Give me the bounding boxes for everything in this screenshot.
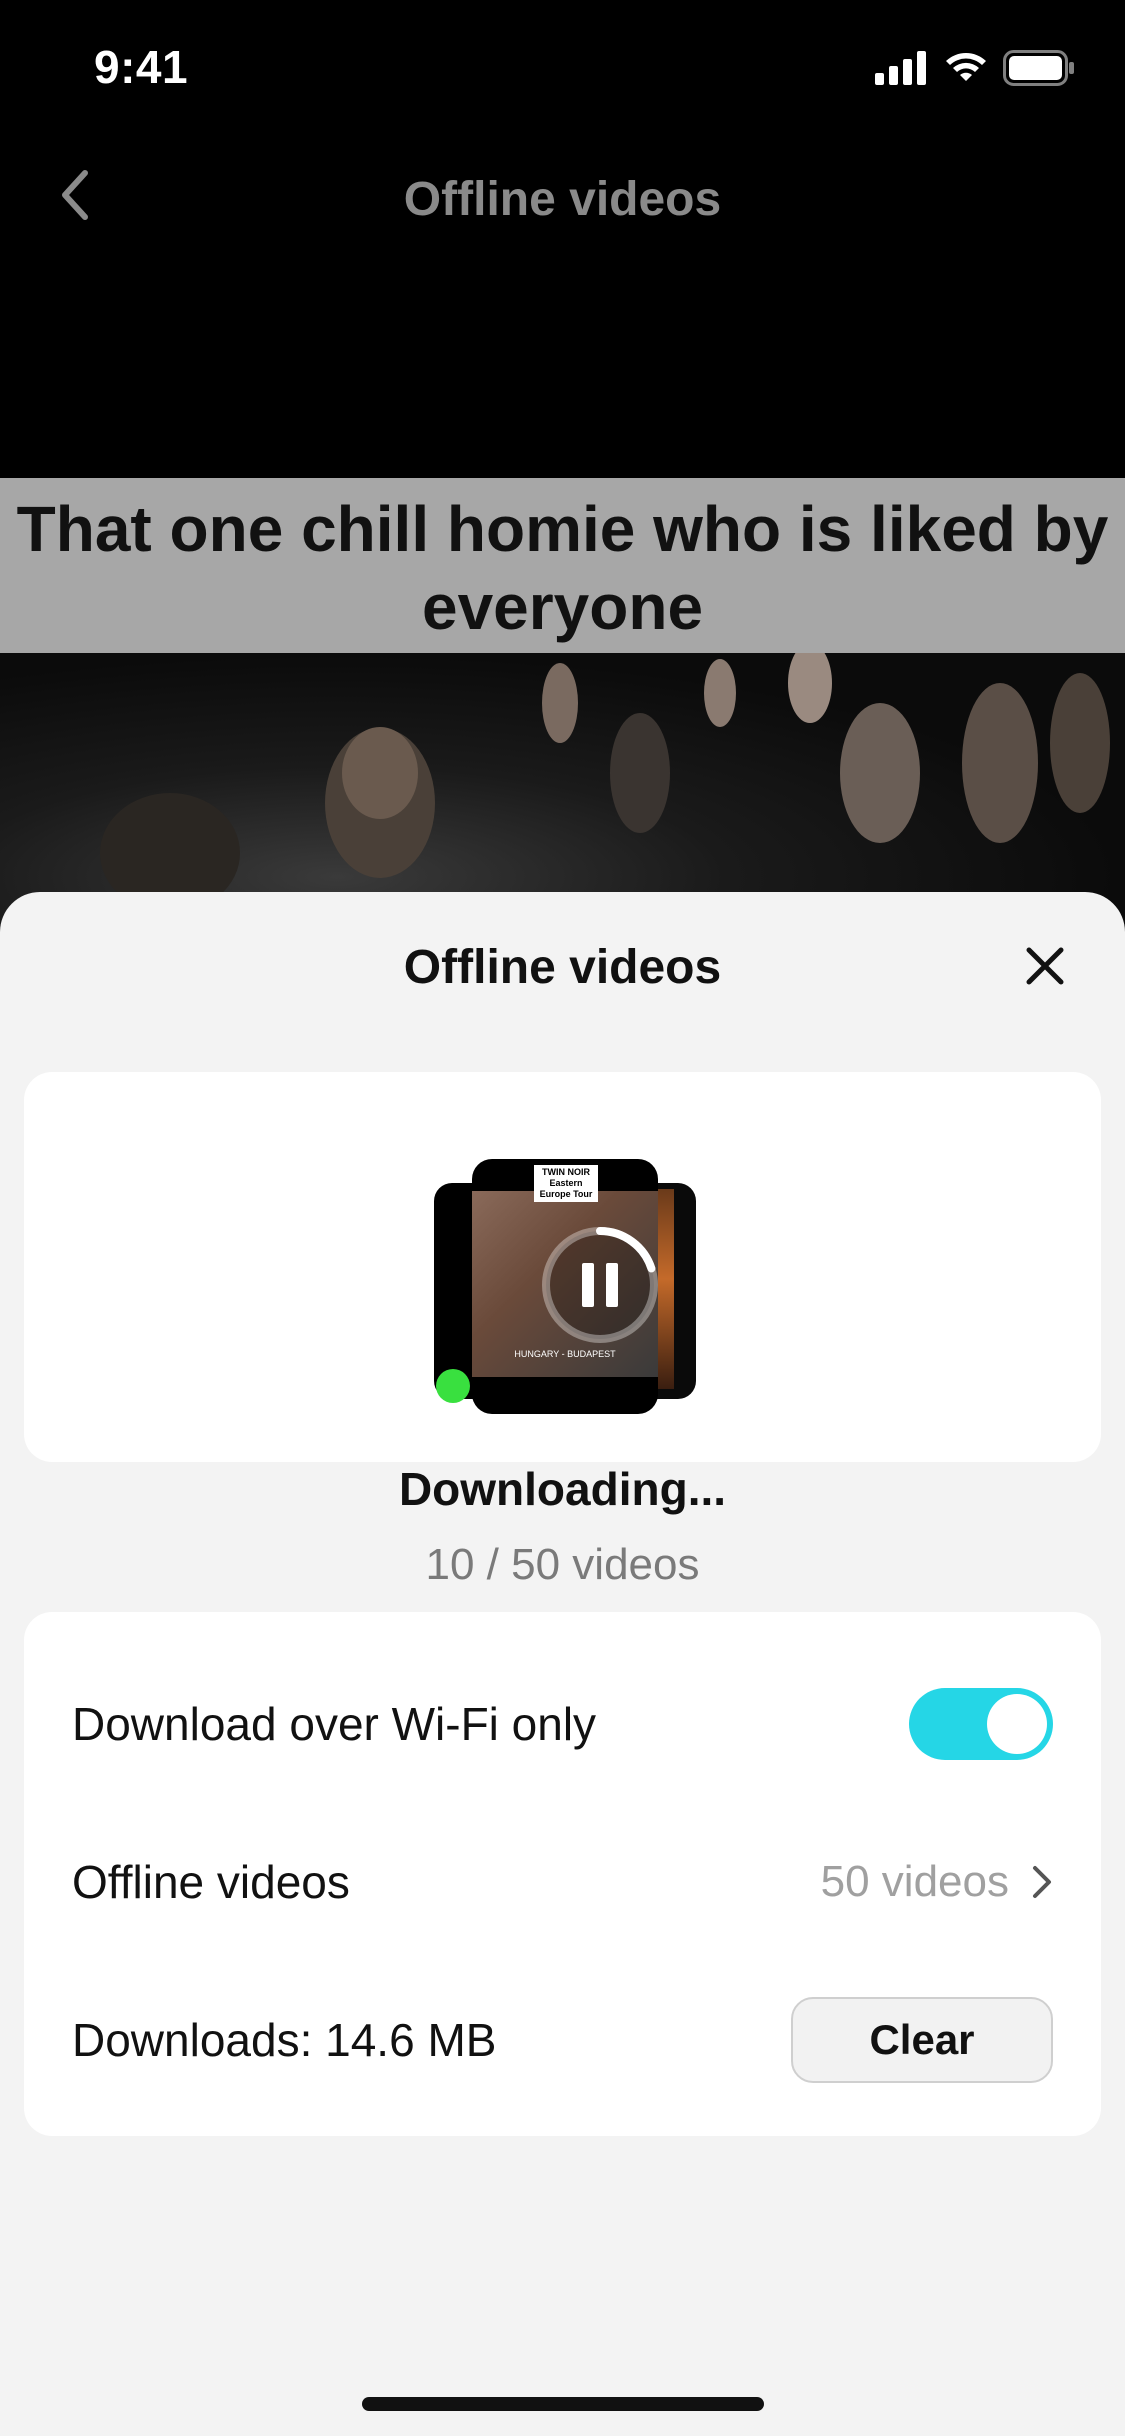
status-time: 9:41: [94, 41, 189, 93]
status-icons: [875, 50, 1075, 86]
signal-icon: [875, 51, 926, 85]
wifi-only-label: Download over Wi-Fi only: [72, 1698, 597, 1750]
download-status: Downloading...: [398, 1463, 727, 1515]
offline-videos-row[interactable]: Offline videos 50 videos: [72, 1832, 1053, 1932]
download-progress-card: TWIN NOIR Eastern Europe Tour HUNGARY - …: [24, 1072, 1101, 1589]
home-indicator: [362, 2397, 764, 2411]
close-icon: [1026, 947, 1064, 985]
chevron-right-icon: [1033, 1866, 1051, 1898]
video-frame: [0, 653, 1125, 928]
nav-title: Offline videos: [403, 173, 722, 226]
toggle-knob: [987, 1694, 1047, 1754]
status-bar: 9:41: [0, 0, 1125, 140]
thumbnail-label: TWIN NOIR Eastern Europe Tour: [534, 1165, 598, 1202]
nav-bar: Offline videos: [0, 140, 1125, 250]
download-progress-ring[interactable]: [538, 1223, 658, 1347]
close-button[interactable]: [1015, 936, 1075, 996]
video-caption: That one chill homie who is liked by eve…: [0, 478, 1125, 653]
settings-card: Download over Wi-Fi only Offline videos …: [24, 1612, 1101, 2136]
clear-button[interactable]: Clear: [791, 1997, 1053, 2083]
wifi-icon: [946, 53, 986, 81]
thumbnail-front: TWIN NOIR Eastern Europe Tour HUNGARY - …: [472, 1159, 658, 1414]
downloads-size-label: Downloads: 14.6 MB: [72, 2014, 497, 2066]
sheet-title: Offline videos: [403, 941, 722, 994]
thumbnail-location: HUNGARY - BUDAPEST: [514, 1349, 616, 1359]
offline-videos-count: 50 videos: [820, 1857, 1009, 1906]
crowd-image: [100, 653, 1110, 913]
downloads-row: Downloads: 14.6 MB Clear: [72, 1990, 1053, 2090]
avatar-badge: [436, 1369, 470, 1403]
wifi-only-row: Download over Wi-Fi only: [72, 1674, 1053, 1774]
video-thumbnail-stack: TWIN NOIR Eastern Europe Tour HUNGARY - …: [434, 1159, 696, 1414]
download-count: 10 / 50 videos: [425, 1540, 700, 1589]
offline-videos-label: Offline videos: [72, 1856, 350, 1908]
battery-icon: [1003, 50, 1074, 86]
video-player[interactable]: That one chill homie who is liked by eve…: [0, 478, 1125, 928]
offline-videos-sheet: Offline videos TWIN NOIR Eastern Europe …: [0, 892, 1125, 2436]
wifi-only-toggle[interactable]: [909, 1688, 1053, 1760]
offline-videos-value-group: 50 videos: [821, 1857, 1053, 1907]
